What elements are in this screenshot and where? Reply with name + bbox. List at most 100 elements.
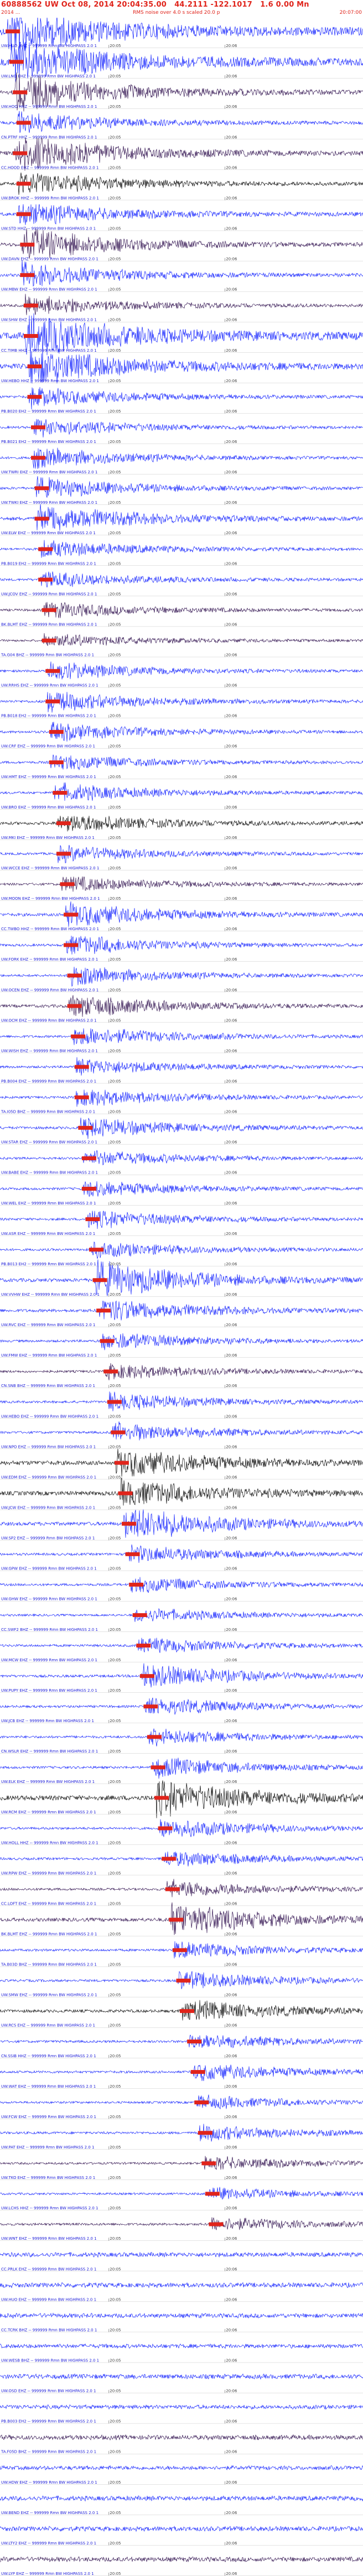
time-tick-label: 20:05 [110,1536,121,1541]
station-label: UW.HUO HHZ -- 999999 Rmn BW HIGHPASS 2.0… [1,44,97,48]
station-trace-row: 20:05 20:06 PB.B018 EH2 -- 999999 Rmn BW H… [0,692,363,718]
time-tick-label: 20:06 [226,2328,237,2332]
waveform-line [0,2187,363,2200]
phase-pick-marker [45,669,60,673]
waveform-line [0,1391,363,1411]
waveform-line [0,1211,363,1229]
phase-pick-marker [45,699,60,703]
phase-pick-marker [205,2192,220,2196]
time-tick-label: 20:05 [110,44,121,48]
station-trace-row: 20:05 20:06 UW.WESB BHZ -- 999999 Rmn BW H… [0,2343,363,2363]
time-tick-label: 20:05 [110,227,121,231]
time-tick-label: 20:05 [110,2267,121,2271]
station-label: PB.B003 EH2 -- 999999 Rmn BW HIGHPASS 2.… [1,2419,96,2424]
time-tick-label: 20:06 [226,1506,237,1510]
phase-pick-marker [122,1521,137,1526]
station-trace-row: 20:05 20:06 UW.ELK EHZ -- 999999 Rmn BW HI… [0,1758,363,1784]
station-label: CC.PRLK EHZ -- 999999 Rmn BW HIGHPASS 2.… [1,2267,96,2271]
phase-pick-marker [114,1461,129,1465]
time-tick-label: 20:06 [226,1658,237,1662]
time-tick-label: 20:05 [110,2176,121,2180]
time-tick-label: 20:05 [110,2024,121,2028]
time-tick-label: 20:06 [226,2450,237,2454]
waveform-line [0,1638,363,1653]
waveform-line [0,1089,363,1107]
time-tick-label: 20:06 [226,74,237,79]
phase-pick-marker [38,577,53,582]
time-tick-label: 20:05 [110,775,121,779]
time-tick-label: 20:06 [226,1810,237,1814]
seismogram-traces: 20:05 20:06 UW.HUO HHZ -- 999999 Rmn BW HI… [0,18,363,2576]
time-tick-label: 20:06 [226,1201,237,1206]
time-tick-label: 20:05 [110,2511,121,2515]
time-tick-label: 20:05 [110,1445,121,1449]
time-tick-label: 20:05 [110,1658,121,1662]
time-tick-label: 20:06 [226,2267,237,2271]
time-tick-label: 20:06 [226,1140,237,1145]
waveform-line [0,2124,363,2142]
waveform-line [0,2526,363,2532]
waveform-line [0,1608,363,1622]
waveform-line [0,447,363,469]
station-trace-row: 20:05 20:06UW.SHW EHZ -- 999999 Rmn BW HI… [0,294,363,322]
time-tick-label: 20:06 [226,288,237,292]
time-tick-label: 20:06 [226,2054,237,2058]
time-tick-label: 20:05 [110,2328,121,2332]
station-label: UW.FORK EHZ -- 999999 Rmn BW HIGHPASS 2.… [1,957,98,962]
phase-pick-marker [103,1369,118,1374]
station-label: CC.TCRK BHZ -- 999999 Rmn BW HIGHPASS 2.… [1,2328,97,2332]
time-tick-label: 20:05 [110,2541,121,2546]
station-trace-row: 20:05 20:06 CN.SNB BHZ -- 999999 Rmn BW HI… [0,1363,363,1388]
station-label: UW.WAT EHZ -- 999999 Rmn BW HIGHPASS 2.0… [1,2084,96,2089]
time-tick-label: 20:06 [226,1719,237,1723]
time-tick-label: 20:05 [110,2115,121,2119]
station-trace-row: 20:05 20:06 UW.WNT EHZ -- 999999 Rmn BW HI… [0,2217,363,2241]
station-trace-row: 20:05 20:06 CN.SSIB HHZ -- 999999 Rmn BW H… [0,2034,363,2058]
station-trace-row: 20:05 20:06 UW.MOON EHZ -- 999999 Rmn BW H… [0,876,363,901]
waveform-line [0,2251,363,2258]
time-tick-label: 20:06 [226,531,237,535]
time-tick-label: 20:06 [226,1597,237,1602]
time-tick-label: 20:06 [226,2541,237,2546]
time-tick-label: 20:06 [226,348,237,353]
time-tick-label: 20:06 [226,2389,237,2394]
station-label: CN.PTRF HHZ -- 999999 Rmn BW HIGHPASS 2.… [1,135,97,139]
record-header: 60888562 UW Oct 08, 2014 20:04:35.00 44.… [0,0,363,18]
time-tick-label: 20:05 [110,1475,121,1479]
station-label: UW.WCCE EHZ -- 999999 Rmn BW HIGHPASS 2.… [1,866,99,870]
time-tick-label: 20:06 [226,561,237,566]
waveform-line [0,1181,363,1197]
time-tick-label: 20:05 [110,105,121,109]
station-label: UW.LCHS HHZ -- 999999 Rmn BW HIGHPASS 2.… [1,2206,98,2210]
time-tick-label: 20:06 [226,957,237,962]
waveform-line [0,2465,363,2471]
time-tick-label: 20:05 [110,379,121,383]
time-tick-label: 20:05 [110,561,121,566]
time-tick-label: 20:05 [110,1963,121,1967]
time-tick-label: 20:05 [110,1018,121,1023]
time-tick-label: 20:06 [226,1963,237,1967]
time-tick-label: 20:05 [110,1840,121,1845]
station-label: TA.G04 BHZ -- 999999 Rmn BW HIGHPASS 2.0… [1,653,94,658]
time-tick-label: 20:05 [110,196,121,200]
time-tick-label: 20:05 [110,1049,121,1053]
phase-pick-marker [71,1034,86,1039]
station-trace-row: 20:05 20:06 CC.PRLK EHZ -- 999999 Rmn BW H… [0,2251,363,2271]
station-label: UW.NPO EHZ -- 999999 Rmn BW HIGHPASS 2.0… [1,1445,96,1449]
waveform-line [0,1028,363,1045]
phase-pick-marker [42,638,56,643]
station-trace-row: 20:05 20:06 CC.HOOD EHZ -- 999999 Rmn BW H… [0,137,363,171]
phase-pick-marker [56,852,71,856]
phase-pick-marker [194,2100,209,2105]
time-tick-label: 20:06 [226,44,237,48]
waveform-line [0,2217,363,2230]
time-tick-label: 20:06 [226,2359,237,2363]
station-trace-row: 20:05 20:06 UW.ELW EHZ -- 999999 Rmn BW HI… [0,504,363,535]
time-tick-label: 20:05 [110,2084,121,2089]
event-lat: 44.2111 [174,1,208,9]
time-tick-label: 20:06 [226,896,237,901]
time-tick-label: 20:05 [110,2297,121,2302]
station-trace-row: 20:05 20:06 UW.WEL EHZ -- 999999 Rmn BW HI… [0,1181,363,1206]
phase-pick-marker [74,1065,89,1069]
station-trace-row: 20:05 20:06 UW.OSD EHZ -- 999999 Rmn BW HI… [0,2373,363,2394]
